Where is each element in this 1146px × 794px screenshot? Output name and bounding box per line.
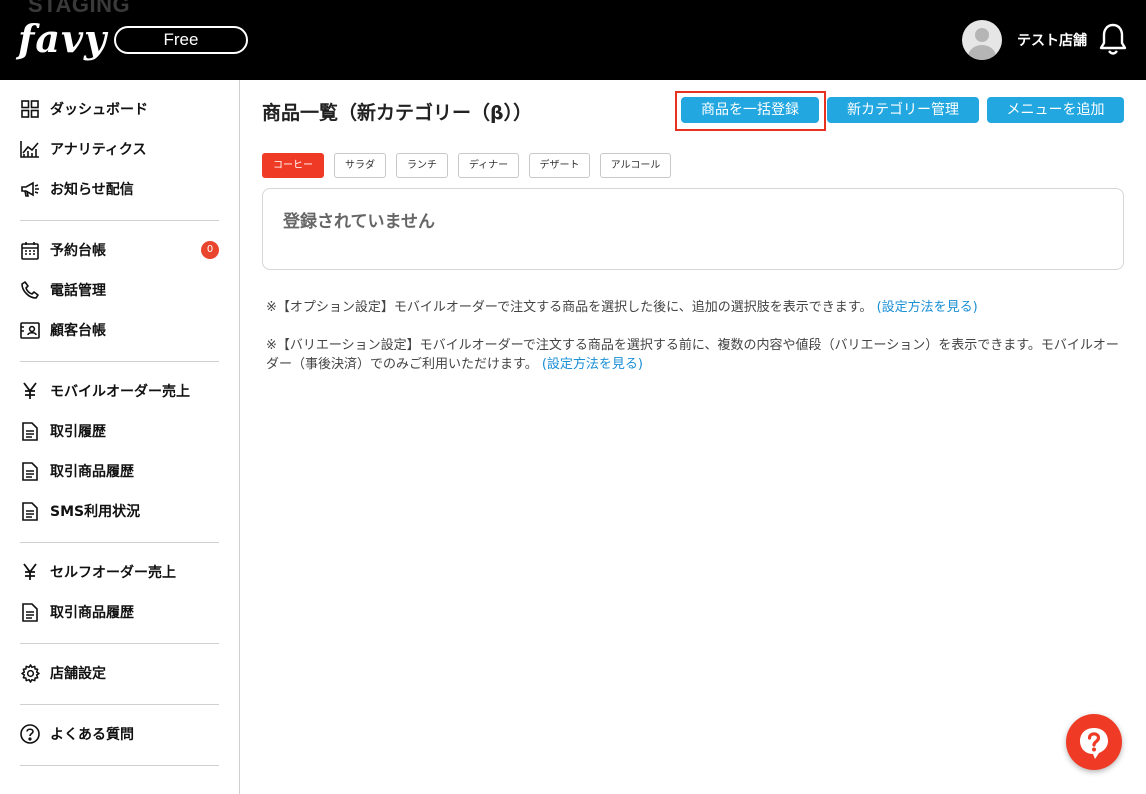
page-title: 商品一覧（新カテゴリー（β））: [262, 102, 533, 124]
sidebar-divider: [20, 361, 219, 362]
contact-card-icon: [20, 320, 40, 340]
sidebar-item-store-settings[interactable]: 店舗設定: [20, 661, 106, 685]
sidebar-item-label: セルフオーダー売上: [50, 565, 176, 581]
note-text: ※【バリエーション設定】モバイルオーダーで注文する商品を選択する前に、複数の内容…: [266, 338, 1119, 372]
grid-icon: [20, 99, 40, 119]
sidebar-item-self-order-sales[interactable]: セルフオーダー売上: [20, 560, 176, 584]
favy-logo[interactable]: favy: [18, 14, 107, 64]
sidebar-item-label: ダッシュボード: [50, 102, 148, 118]
sidebar-divider: [20, 643, 219, 644]
megaphone-icon: [20, 179, 40, 199]
sidebar-item-mobile-order-sales[interactable]: モバイルオーダー売上: [20, 379, 190, 403]
add-menu-button[interactable]: メニューを追加: [987, 97, 1124, 123]
sidebar-item-phone[interactable]: 電話管理: [20, 278, 106, 302]
sidebar-item-faq[interactable]: よくある質問: [20, 722, 134, 746]
sidebar-item-label: よくある質問: [50, 727, 134, 743]
tab-alcohol[interactable]: アルコール: [600, 153, 671, 178]
sidebar-item-label: 店舗設定: [50, 666, 106, 682]
sidebar-item-transaction-products[interactable]: 取引商品履歴: [20, 459, 134, 483]
document-icon: [20, 421, 40, 441]
sidebar-divider: [20, 220, 219, 221]
sidebar-item-reservations[interactable]: 予約台帳: [20, 238, 106, 262]
chart-line-icon: [20, 139, 40, 159]
option-setting-help-link[interactable]: (設定方法を見る): [877, 300, 978, 315]
sidebar: ダッシュボード アナリティクス お知らせ配信 予約台帳 0 電話管理 顧客台帳: [0, 80, 240, 794]
bulk-register-button[interactable]: 商品を一括登録: [681, 97, 819, 123]
phone-icon: [20, 280, 40, 300]
document-icon: [20, 501, 40, 521]
variation-setting-help-link[interactable]: (設定方法を見る): [542, 357, 643, 372]
help-chat-button[interactable]: [1066, 714, 1122, 770]
plan-badge: Free: [114, 26, 248, 54]
gear-icon: [20, 663, 40, 683]
sidebar-item-label: 取引商品履歴: [50, 605, 134, 621]
sidebar-item-label: 予約台帳: [50, 243, 106, 259]
sidebar-item-transaction-history[interactable]: 取引履歴: [20, 419, 106, 443]
document-icon: [20, 602, 40, 622]
option-setting-note: ※【オプション設定】モバイルオーダーで注文する商品を選択した後に、追加の選択肢を…: [266, 298, 1122, 317]
tab-coffee[interactable]: コーヒー: [262, 153, 324, 178]
sidebar-item-label: 取引商品履歴: [50, 464, 134, 480]
sidebar-item-label: SMS利用状況: [50, 504, 141, 520]
tab-salad[interactable]: サラダ: [334, 153, 386, 178]
sidebar-divider: [20, 542, 219, 543]
category-manage-button[interactable]: 新カテゴリー管理: [827, 97, 979, 123]
sidebar-item-label: お知らせ配信: [50, 182, 134, 198]
note-text: ※【オプション設定】モバイルオーダーで注文する商品を選択した後に、追加の選択肢を…: [266, 300, 873, 315]
shop-name[interactable]: テスト店舗: [1017, 30, 1087, 50]
question-circle-icon: [20, 724, 40, 744]
reservation-count-badge: 0: [201, 241, 219, 259]
sidebar-item-sms-usage[interactable]: SMS利用状況: [20, 499, 140, 523]
sidebar-item-analytics[interactable]: アナリティクス: [20, 137, 146, 161]
document-icon: [20, 461, 40, 481]
sidebar-item-label: モバイルオーダー売上: [50, 384, 190, 400]
sidebar-item-self-order-products[interactable]: 取引商品履歴: [20, 600, 134, 624]
product-list-panel: 登録されていません: [262, 188, 1124, 270]
sidebar-divider: [20, 765, 219, 766]
calendar-icon: [20, 240, 40, 260]
chat-question-icon: [1080, 728, 1108, 759]
yen-icon: [20, 562, 40, 582]
yen-icon: [20, 381, 40, 401]
sidebar-item-customers[interactable]: 顧客台帳: [20, 318, 106, 342]
tab-dinner[interactable]: ディナー: [458, 153, 519, 178]
sidebar-divider: [20, 704, 219, 705]
tab-lunch[interactable]: ランチ: [396, 153, 448, 178]
sidebar-item-label: 取引履歴: [50, 424, 106, 440]
sidebar-item-label: 顧客台帳: [50, 323, 106, 339]
sidebar-item-notification[interactable]: お知らせ配信: [20, 177, 134, 201]
tab-dessert[interactable]: デザート: [529, 153, 590, 178]
bell-icon[interactable]: [1098, 22, 1128, 58]
top-header: STAGING favy Free テスト店舗: [0, 0, 1146, 80]
variation-setting-note: ※【バリエーション設定】モバイルオーダーで注文する商品を選択する前に、複数の内容…: [266, 336, 1122, 374]
empty-message: 登録されていません: [283, 212, 435, 232]
sidebar-item-label: 電話管理: [50, 283, 106, 299]
sidebar-item-label: アナリティクス: [50, 142, 147, 158]
sidebar-item-dashboard[interactable]: ダッシュボード: [20, 97, 148, 121]
avatar[interactable]: [962, 20, 1002, 60]
